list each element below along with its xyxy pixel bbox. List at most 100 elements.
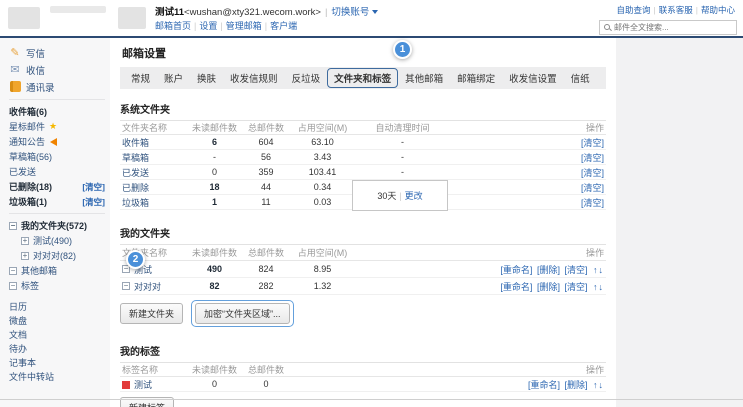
- clear-link[interactable]: [清空]: [581, 138, 604, 148]
- sidebar-item-labels[interactable]: −标签: [9, 278, 105, 293]
- folder-link[interactable]: 已删除: [120, 181, 192, 194]
- sidebar-item-inbox[interactable]: 收件箱(6): [9, 104, 105, 119]
- self-service-link[interactable]: 自助查询: [617, 5, 651, 15]
- account-email: <wushan@xty321.wecom.work>: [184, 7, 321, 18]
- sidebar: ✎写信 ✉收信 通讯录 收件箱(6) 星标邮件★ 通知公告 草稿箱(56) 已发…: [0, 38, 110, 407]
- wedrive-label: 微盘: [9, 314, 27, 327]
- folder-link[interactable]: 收件箱: [120, 136, 192, 149]
- rename-link[interactable]: [重命名]: [500, 282, 532, 292]
- rename-link[interactable]: [重命名]: [500, 265, 532, 275]
- tab-general[interactable]: 常规: [124, 68, 157, 88]
- spam-label: 垃圾箱(1): [9, 195, 47, 208]
- star-icon: ★: [49, 121, 57, 132]
- delete-link[interactable]: [删除]: [537, 282, 560, 292]
- delete-link[interactable]: [删除]: [537, 265, 560, 275]
- switch-account-link[interactable]: 切换账号: [331, 7, 369, 18]
- expand-icon[interactable]: +: [21, 252, 29, 260]
- sidebar-item-announcements[interactable]: 通知公告: [9, 134, 105, 149]
- tab-mail-binding[interactable]: 邮箱绑定: [450, 68, 502, 88]
- sidebar-app-calendar[interactable]: 日历: [9, 299, 105, 313]
- tab-stationery[interactable]: 信纸: [564, 68, 597, 88]
- expand-icon[interactable]: +: [21, 237, 29, 245]
- collapse-icon[interactable]: −: [9, 267, 17, 275]
- clear-link[interactable]: [清空]: [564, 282, 587, 292]
- account-nav: 邮箱首页|设置|管理邮箱|客户端: [155, 19, 297, 32]
- help-center-link[interactable]: 帮助中心: [701, 5, 735, 15]
- collapse-icon[interactable]: −: [9, 222, 17, 230]
- nav-manage-mail[interactable]: 管理邮箱: [226, 21, 262, 31]
- clear-link[interactable]: [清空]: [564, 265, 587, 275]
- sidebar-contacts[interactable]: 通讯录: [9, 78, 105, 95]
- clear-link[interactable]: [清空]: [581, 198, 604, 208]
- reorder-arrows[interactable]: ↑↓: [593, 265, 604, 275]
- folder-link[interactable]: 草稿箱: [120, 151, 192, 164]
- callout-step-1: 1: [393, 40, 412, 59]
- caret-down-icon[interactable]: [372, 10, 378, 14]
- clear-deleted-link[interactable]: [清空]: [82, 181, 105, 193]
- folder-link[interactable]: 垃圾箱: [120, 196, 192, 209]
- cell-space: 63.10: [295, 137, 350, 147]
- search-box[interactable]: [599, 20, 737, 35]
- reorder-arrows[interactable]: ↑↓: [593, 282, 604, 292]
- sidebar-app-todo[interactable]: 待办: [9, 341, 105, 355]
- nav-client[interactable]: 客户端: [270, 21, 297, 31]
- tab-skin[interactable]: 换肤: [190, 68, 223, 88]
- rename-link[interactable]: [重命名]: [528, 380, 560, 390]
- sidebar-item-drafts[interactable]: 草稿箱(56): [9, 149, 105, 164]
- nav-mail-home[interactable]: 邮箱首页: [155, 21, 191, 31]
- tab-folders-and-labels[interactable]: 文件夹和标签: [327, 68, 398, 88]
- table-row: 草稿箱 - 56 3.43 - [清空]: [120, 150, 606, 165]
- delete-link[interactable]: [删除]: [564, 380, 587, 390]
- sidebar-item-my-folders[interactable]: −我的文件夹(572): [9, 218, 105, 233]
- search-input[interactable]: [614, 23, 732, 32]
- col-actions: 操作: [350, 246, 606, 259]
- clear-link[interactable]: [清空]: [581, 153, 604, 163]
- reorder-arrows[interactable]: ↑↓: [593, 380, 604, 390]
- tab-other-mailboxes[interactable]: 其他邮箱: [398, 68, 450, 88]
- tab-send-receive[interactable]: 收发信设置: [502, 68, 564, 88]
- clear-link[interactable]: [清空]: [581, 168, 604, 178]
- collapse-icon[interactable]: −: [122, 282, 130, 290]
- col-folder-name: 文件夹名称: [120, 121, 192, 134]
- encrypt-folder-area-button[interactable]: 加密“文件夹区域”...: [195, 303, 290, 324]
- sidebar-item-deleted[interactable]: 已删除(18) [清空]: [9, 179, 105, 194]
- table-row: 收件箱 6 604 63.10 - [清空]: [120, 135, 606, 150]
- cell-space: 8.95: [295, 264, 350, 274]
- col-total: 总邮件数: [237, 363, 295, 376]
- pencil-icon: ✎: [9, 47, 21, 59]
- sidebar-app-wedrive[interactable]: 微盘: [9, 313, 105, 327]
- table-row: −对对对 82 282 1.32 [重命名] [删除] [清空] ↑↓: [120, 278, 606, 295]
- nav-settings[interactable]: 设置: [199, 21, 217, 31]
- receive-label: 收信: [26, 63, 45, 77]
- highlight-box: 加密“文件夹区域”...: [191, 300, 294, 327]
- sidebar-item-sent[interactable]: 已发送: [9, 164, 105, 179]
- contact-support-link[interactable]: 联系客服: [659, 5, 693, 15]
- folder-link[interactable]: 对对对: [134, 280, 161, 293]
- cell-unread: 0: [192, 167, 237, 177]
- sidebar-item-folder-ddd[interactable]: +对对对(82): [21, 248, 105, 263]
- sidebar-compose[interactable]: ✎写信: [9, 44, 105, 61]
- other-mail-label: 其他邮箱: [21, 264, 57, 277]
- tab-antispam[interactable]: 反垃圾: [285, 68, 328, 88]
- inbox-label: 收件箱(6): [9, 105, 47, 118]
- sidebar-item-spam[interactable]: 垃圾箱(1) [清空]: [9, 194, 105, 209]
- folder-link[interactable]: 已发送: [120, 166, 192, 179]
- sidebar-app-notes[interactable]: 记事本: [9, 355, 105, 369]
- change-auto-clean-link[interactable]: 更改: [405, 189, 423, 202]
- label-link[interactable]: 测试: [134, 380, 152, 390]
- cell-total: 282: [237, 281, 295, 291]
- clear-link[interactable]: [清空]: [581, 183, 604, 193]
- tab-mail-rules[interactable]: 收发信规则: [223, 68, 285, 88]
- clear-spam-link[interactable]: [清空]: [82, 196, 105, 208]
- new-folder-button[interactable]: 新建文件夹: [120, 303, 183, 324]
- sidebar-item-starred[interactable]: 星标邮件★: [9, 119, 105, 134]
- tab-account[interactable]: 账户: [157, 68, 190, 88]
- collapse-icon[interactable]: −: [9, 282, 17, 290]
- sidebar-app-docs[interactable]: 文档: [9, 327, 105, 341]
- sidebar-item-folder-test[interactable]: +测试(490): [21, 233, 105, 248]
- my-folders-label: 我的文件夹(572): [21, 219, 87, 232]
- deleted-label: 已删除(18): [9, 180, 52, 193]
- sidebar-item-other-mail[interactable]: −其他邮箱: [9, 263, 105, 278]
- sidebar-app-file-transfer[interactable]: 文件中转站: [9, 369, 105, 383]
- sidebar-receive[interactable]: ✉收信: [9, 61, 105, 78]
